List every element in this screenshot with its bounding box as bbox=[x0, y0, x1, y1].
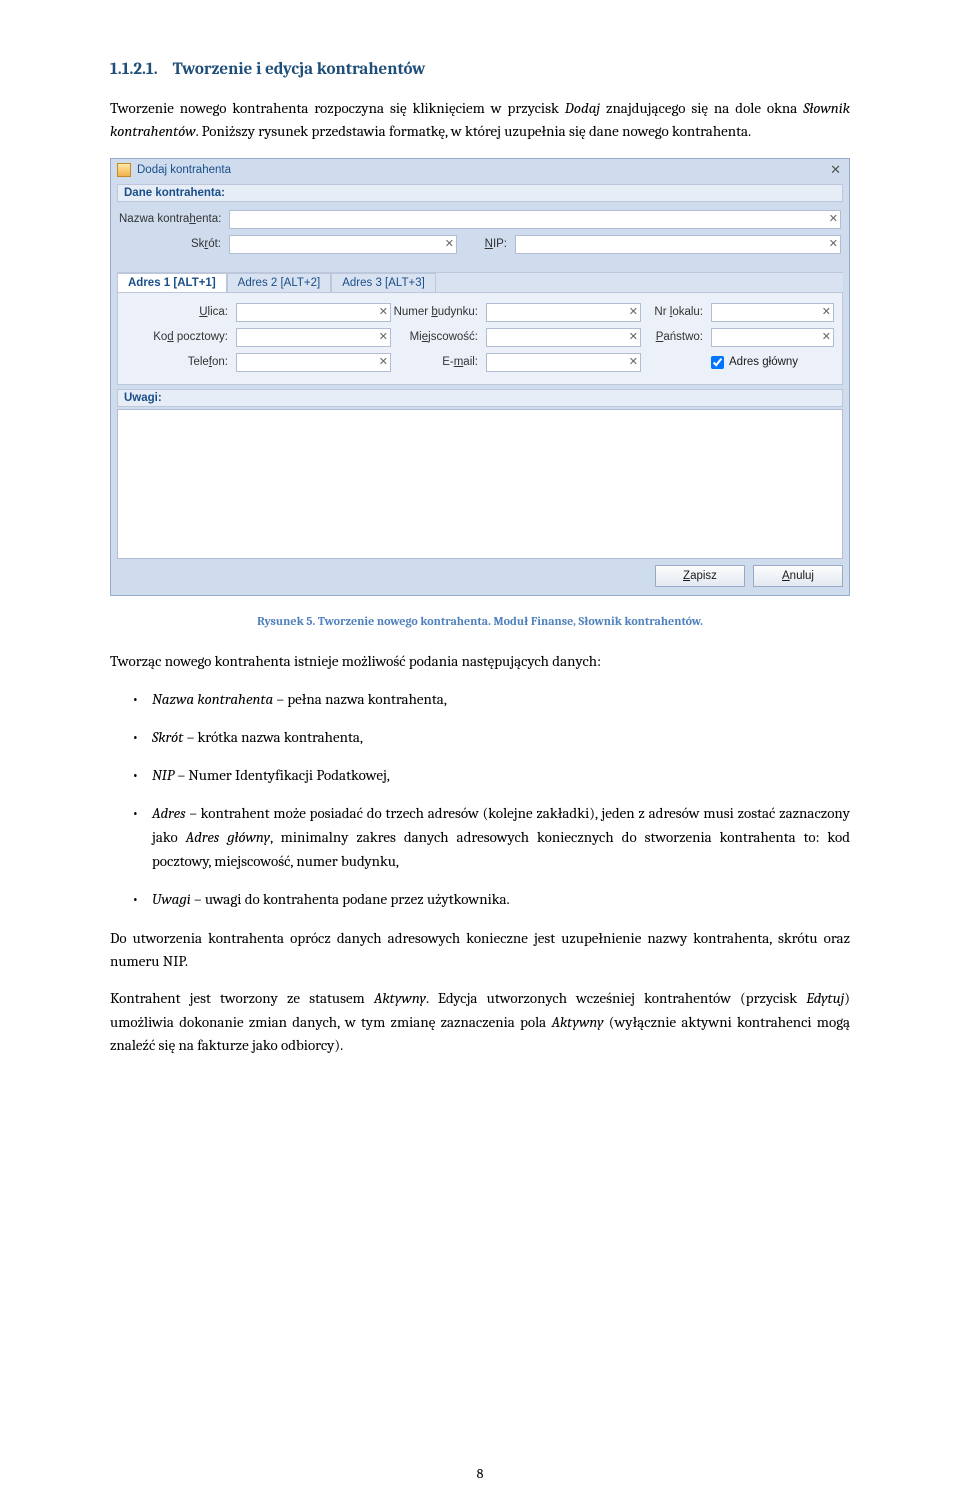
tab-adres-1[interactable]: Adres 1 [ALT+1] bbox=[117, 273, 227, 292]
checkbox-adres-glowny[interactable]: Adres główny bbox=[711, 356, 798, 369]
clear-icon[interactable]: ✕ bbox=[822, 330, 831, 343]
list-item: Uwagi – uwagi do kontrahenta podane prze… bbox=[110, 887, 850, 911]
paragraph: Tworząc nowego kontrahenta istnieje możl… bbox=[110, 650, 850, 673]
label-skrot: Skrót: bbox=[119, 238, 229, 250]
heading-title: Tworzenie i edycja kontrahentów bbox=[173, 60, 426, 79]
label-nip: NIP: bbox=[475, 238, 515, 250]
text: – pełna nazwa kontrahenta, bbox=[273, 690, 447, 708]
list-item: Nazwa kontrahenta – pełna nazwa kontrahe… bbox=[110, 687, 850, 711]
label-panstwo: Państwo: bbox=[641, 331, 711, 343]
text-italic: Nazwa kontrahenta bbox=[152, 690, 273, 708]
text: – Numer Identyfikacji Podatkowej, bbox=[174, 766, 390, 784]
clear-icon[interactable]: ✕ bbox=[379, 305, 388, 318]
input-nazwa[interactable]: ✕ bbox=[229, 210, 841, 229]
titlebar: Dodaj kontrahenta ✕ bbox=[111, 159, 849, 180]
text-italic: Uwagi bbox=[152, 890, 191, 908]
clear-icon[interactable]: ✕ bbox=[445, 237, 454, 250]
input-nip[interactable]: ✕ bbox=[515, 235, 841, 254]
input-skrot[interactable]: ✕ bbox=[229, 235, 457, 254]
label-miejsc: Miejscowość: bbox=[391, 331, 486, 343]
text-italic: Dodaj bbox=[565, 99, 600, 117]
cancel-button[interactable]: Anuluj bbox=[753, 565, 843, 587]
label-tel: Telefon: bbox=[126, 356, 236, 368]
page-number: 8 bbox=[0, 1465, 960, 1482]
label-numerb: Numer budynku: bbox=[391, 306, 486, 318]
text: Tworzenie nowego kontrahenta rozpoczyna … bbox=[110, 99, 565, 117]
paragraph: Do utworzenia kontrahenta oprócz danych … bbox=[110, 927, 850, 974]
input-nrlok[interactable]: ✕ bbox=[711, 303, 834, 322]
label-kod: Kod pocztowy: bbox=[126, 331, 236, 343]
close-icon[interactable]: ✕ bbox=[830, 162, 841, 178]
adres-tabs: Adres 1 [ALT+1] Adres 2 [ALT+2] Adres 3 … bbox=[117, 272, 843, 293]
input-email[interactable]: ✕ bbox=[486, 353, 641, 372]
bullet-list: Nazwa kontrahenta – pełna nazwa kontrahe… bbox=[110, 687, 850, 911]
window-icon bbox=[117, 163, 131, 177]
app-window: Dodaj kontrahenta ✕ Dane kontrahenta: Na… bbox=[110, 158, 850, 596]
list-item: Skrót – krótka nazwa kontrahenta, bbox=[110, 725, 850, 749]
text: . Poniższy rysunek przedstawia formatkę,… bbox=[196, 122, 752, 140]
tab-adres-3[interactable]: Adres 3 [ALT+3] bbox=[331, 273, 436, 292]
text-italic: Skrót bbox=[152, 728, 183, 746]
clear-icon[interactable]: ✕ bbox=[829, 237, 838, 250]
paragraph: Kontrahent jest tworzony ze statusem Akt… bbox=[110, 987, 850, 1057]
text-italic: Aktywny bbox=[551, 1013, 603, 1031]
textarea-uwagi[interactable] bbox=[117, 409, 843, 559]
text: Kontrahent jest tworzony ze statusem bbox=[110, 989, 374, 1007]
checkbox-input[interactable] bbox=[711, 356, 724, 369]
clear-icon[interactable]: ✕ bbox=[629, 305, 638, 318]
heading-number: 1.1.2.1. bbox=[110, 60, 158, 79]
text: znajdującego się na dole okna bbox=[600, 99, 803, 117]
save-button[interactable]: Zapisz bbox=[655, 565, 745, 587]
text-italic: Edytuj bbox=[806, 989, 844, 1007]
text: – krótka nazwa kontrahenta, bbox=[183, 728, 363, 746]
intro-paragraph: Tworzenie nowego kontrahenta rozpoczyna … bbox=[110, 97, 850, 144]
checkbox-label: Adres główny bbox=[729, 356, 798, 368]
text: . Edycja utworzonych wcześniej kontrahen… bbox=[426, 989, 806, 1007]
form-dane: Nazwa kontrahenta: ✕ Skrót: ✕ NIP: ✕ bbox=[111, 204, 849, 268]
text-italic: NIP bbox=[152, 766, 174, 784]
label-ulica: Ulica: bbox=[126, 306, 236, 318]
list-item: NIP – Numer Identyfikacji Podatkowej, bbox=[110, 763, 850, 787]
clear-icon[interactable]: ✕ bbox=[379, 330, 388, 343]
input-ulica[interactable]: ✕ bbox=[236, 303, 391, 322]
clear-icon[interactable]: ✕ bbox=[379, 355, 388, 368]
label-email: E-mail: bbox=[391, 356, 486, 368]
button-row: Zapisz Anuluj bbox=[111, 565, 849, 595]
input-numerb[interactable]: ✕ bbox=[486, 303, 641, 322]
clear-icon[interactable]: ✕ bbox=[629, 330, 638, 343]
text-italic: Aktywny bbox=[374, 989, 426, 1007]
text: – uwagi do kontrahenta podane przez użyt… bbox=[191, 890, 510, 908]
text-italic: Adres główny bbox=[186, 828, 270, 846]
tab-body-adres: Ulica: ✕ Numer budynku: ✕ Nr lokalu: ✕ K… bbox=[117, 293, 843, 385]
input-kod[interactable]: ✕ bbox=[236, 328, 391, 347]
section-dane-label: Dane kontrahenta: bbox=[117, 184, 843, 202]
window-title: Dodaj kontrahenta bbox=[137, 164, 830, 176]
figure-caption: Rysunek 5. Tworzenie nowego kontrahenta.… bbox=[110, 614, 850, 628]
clear-icon[interactable]: ✕ bbox=[829, 212, 838, 225]
input-tel[interactable]: ✕ bbox=[236, 353, 391, 372]
label-nrlok: Nr lokalu: bbox=[641, 306, 711, 318]
clear-icon[interactable]: ✕ bbox=[822, 305, 831, 318]
section-heading: 1.1.2.1. Tworzenie i edycja kontrahentów bbox=[110, 60, 850, 79]
tab-adres-2[interactable]: Adres 2 [ALT+2] bbox=[227, 273, 332, 292]
clear-icon[interactable]: ✕ bbox=[629, 355, 638, 368]
section-uwagi-label: Uwagi: bbox=[117, 389, 843, 407]
input-panstwo[interactable]: ✕ bbox=[711, 328, 834, 347]
label-nazwa: Nazwa kontrahenta: bbox=[119, 213, 229, 225]
text-italic: Adres bbox=[152, 804, 186, 822]
list-item: Adres – kontrahent może posiadać do trze… bbox=[110, 801, 850, 873]
input-miejsc[interactable]: ✕ bbox=[486, 328, 641, 347]
